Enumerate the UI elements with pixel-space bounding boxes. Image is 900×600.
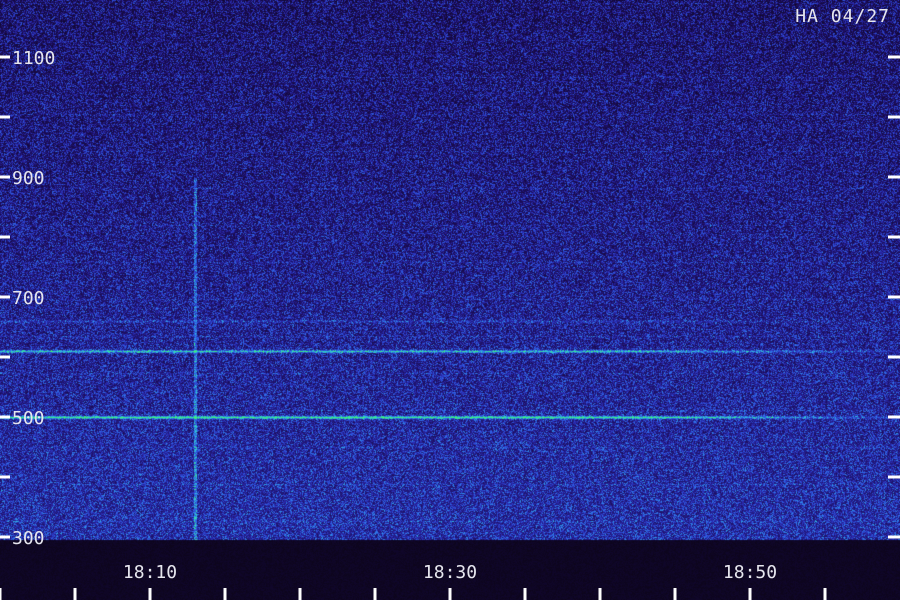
x-tick-label: 18:30 bbox=[423, 562, 477, 583]
y-tick-label: 1100 bbox=[12, 48, 55, 69]
y-tick-label: 500 bbox=[12, 408, 45, 429]
y-tick-label: 900 bbox=[12, 168, 45, 189]
spectrogram-display: 1100 900 700 500 300 18:10 18:30 18:50 HA 04/2… bbox=[0, 0, 900, 600]
y-axis: 1100 900 700 500 300 bbox=[0, 48, 900, 549]
x-axis: 18:10 18:30 18:50 bbox=[0, 562, 827, 600]
y-tick-label: 700 bbox=[12, 288, 45, 309]
x-tick-label: 18:10 bbox=[123, 562, 177, 583]
y-tick-label: 300 bbox=[12, 528, 45, 549]
axis-overlay: 1100 900 700 500 300 18:10 18:30 18:50 bbox=[0, 48, 900, 600]
station-date-label: HA 04/27 bbox=[795, 6, 890, 27]
x-tick-label: 18:50 bbox=[723, 562, 777, 583]
